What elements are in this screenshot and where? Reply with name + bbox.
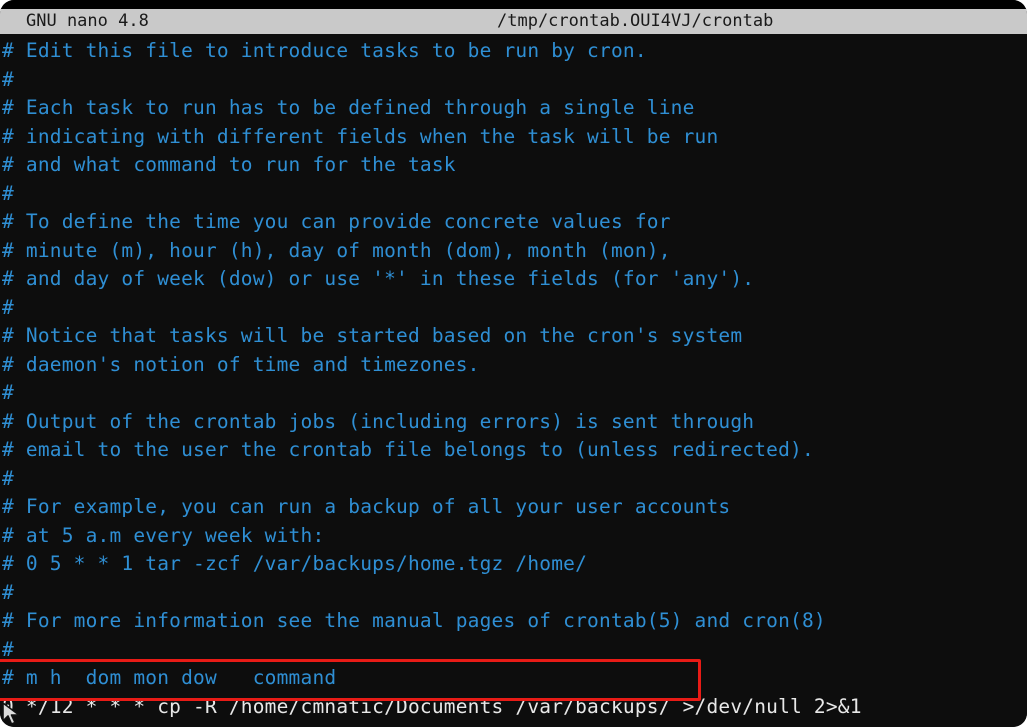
editor-line[interactable]: # xyxy=(0,180,1027,209)
editor-line[interactable]: # xyxy=(0,465,1027,494)
editor-line[interactable]: # and day of week (dow) or use '*' in th… xyxy=(0,265,1027,294)
editor-line[interactable]: # email to the user the crontab file bel… xyxy=(0,436,1027,465)
editor-line[interactable]: # 0 5 * * 1 tar -zcf /var/backups/home.t… xyxy=(0,550,1027,579)
editor-line[interactable]: # indicating with different fields when … xyxy=(0,123,1027,152)
editor-text-area[interactable]: # Edit this file to introduce tasks to b… xyxy=(0,34,1027,727)
mouse-pointer-icon xyxy=(2,702,20,725)
editor-line[interactable]: # Notice that tasks will be started base… xyxy=(0,322,1027,351)
editor-line[interactable]: # at 5 a.m every week with: xyxy=(0,522,1027,551)
editor-line[interactable]: # For example, you can run a backup of a… xyxy=(0,493,1027,522)
editor-line[interactable]: # xyxy=(0,379,1027,408)
editor-line[interactable]: # minute (m), hour (h), day of month (do… xyxy=(0,237,1027,266)
editor-line[interactable]: # xyxy=(0,579,1027,608)
editor-line-crontab-header[interactable]: # m h dom mon dow command xyxy=(0,664,1027,693)
nano-editor-window: GNU nano 4.8 /tmp/crontab.OUI4VJ/crontab… xyxy=(0,0,1027,727)
editor-line[interactable]: # To define the time you can provide con… xyxy=(0,208,1027,237)
editor-line[interactable]: # xyxy=(0,294,1027,323)
file-path-title: /tmp/crontab.OUI4VJ/crontab xyxy=(497,11,774,31)
editor-line[interactable]: # daemon's notion of time and timezones. xyxy=(0,351,1027,380)
editor-line-crontab-entry[interactable]: 0 */12 * * * cp -R /home/cmnatic/Documen… xyxy=(0,693,1027,722)
editor-line[interactable]: # xyxy=(0,66,1027,95)
editor-line[interactable]: # For more information see the manual pa… xyxy=(0,607,1027,636)
editor-line[interactable]: # Each task to run has to be defined thr… xyxy=(0,94,1027,123)
app-title: GNU nano 4.8 xyxy=(26,11,149,31)
editor-line[interactable]: # Output of the crontab jobs (including … xyxy=(0,408,1027,437)
editor-line[interactable]: # and what command to run for the task xyxy=(0,151,1027,180)
title-bar: GNU nano 4.8 /tmp/crontab.OUI4VJ/crontab xyxy=(0,9,1027,34)
window-top-strip xyxy=(0,0,1027,9)
editor-line[interactable]: # xyxy=(0,636,1027,665)
editor-line[interactable]: # Edit this file to introduce tasks to b… xyxy=(0,37,1027,66)
